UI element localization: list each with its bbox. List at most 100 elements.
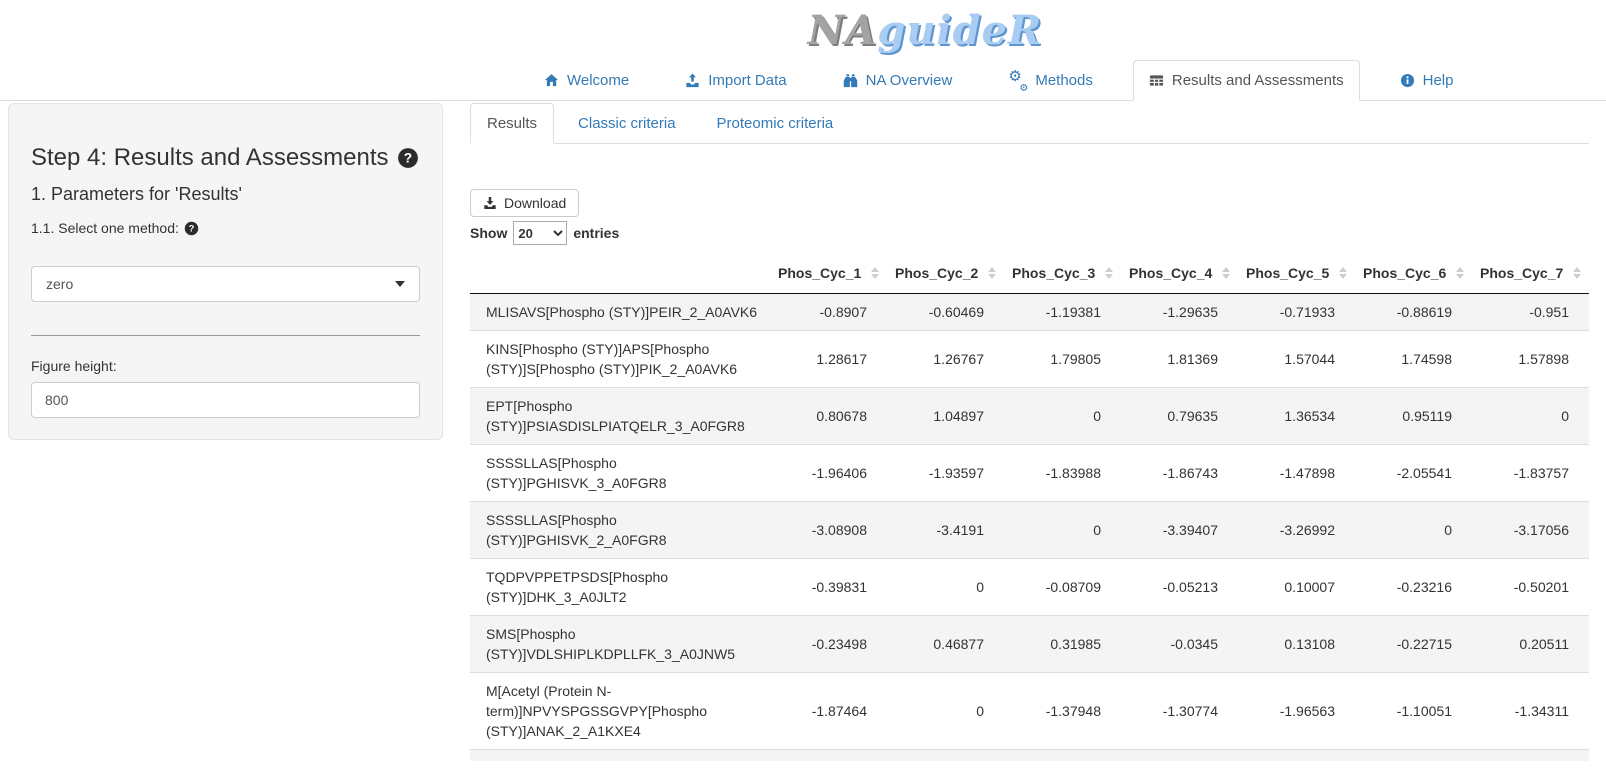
value-cell: -0.88619: [1355, 294, 1472, 331]
table-body: MLISAVS[Phospho (STY)]PEIR_2_A0AVK6-0.89…: [470, 294, 1589, 750]
value-cell: 0.13108: [1238, 616, 1355, 673]
value-cell: 1.36534: [1238, 388, 1355, 445]
nav-tab-help[interactable]: Help: [1384, 60, 1470, 101]
parameters-section-title: 1. Parameters for 'Results': [31, 184, 420, 205]
value-cell: -3.17056: [1472, 502, 1589, 559]
peptide-name-cell: MLISAVS[Phospho (STY)]PEIR_2_A0AVK6: [470, 294, 770, 331]
value-cell: 1.79805: [1004, 331, 1121, 388]
value-cell: -1.19381: [1004, 294, 1121, 331]
download-label: Download: [504, 195, 566, 211]
app-header: NAguideR Welcome Import Data NA Overview…: [0, 0, 1606, 101]
peptide-name-cell: TQDPVPPETPSDS[Phospho (STY)]DHK_3_A0JLT2: [470, 559, 770, 616]
value-cell: -0.08709: [1004, 559, 1121, 616]
value-cell: -1.96406: [770, 445, 887, 502]
nav-tab-label: Help: [1423, 72, 1454, 89]
table-row: TQDPVPPETPSDS[Phospho (STY)]DHK_3_A0JLT2…: [470, 559, 1589, 616]
main-nav: Welcome Import Data NA Overview ⚙⚙ Metho…: [0, 60, 1606, 101]
results-subtabs: Results Classic criteria Proteomic crite…: [470, 103, 1589, 144]
column-header[interactable]: Phos_Cyc_2: [887, 253, 1004, 294]
question-circle-icon[interactable]: ?: [184, 221, 199, 236]
sort-icon: [871, 267, 879, 279]
value-cell: 1.57898: [1472, 331, 1589, 388]
table-row: M[Acetyl (Protein N-term)]NPVYSPGSSGVPY[…: [470, 673, 1589, 750]
figure-height-label: Figure height:: [31, 358, 420, 374]
value-cell: 0: [1472, 388, 1589, 445]
column-header[interactable]: Phos_Cyc_6: [1355, 253, 1472, 294]
nav-tab-results-and-assessments[interactable]: Results and Assessments: [1133, 60, 1360, 101]
nav-tab-label: Import Data: [708, 72, 786, 89]
table-row: EPT[Phospho (STY)]PSIASDISLPIATQELR_3_A0…: [470, 388, 1589, 445]
value-cell: 0: [1355, 502, 1472, 559]
column-header[interactable]: Phos_Cyc_5: [1238, 253, 1355, 294]
table-row-partial: [470, 749, 1589, 761]
value-cell: -3.4191: [887, 502, 1004, 559]
value-cell: 1.04897: [887, 388, 1004, 445]
value-cell: -0.05213: [1121, 559, 1238, 616]
tab-proteomic-criteria[interactable]: Proteomic criteria: [700, 103, 851, 144]
download-icon: [483, 196, 497, 210]
sidebar-panel: Step 4: Results and Assessments ? 1. Par…: [8, 103, 443, 440]
column-header[interactable]: Phos_Cyc_3: [1004, 253, 1121, 294]
value-cell: -0.22715: [1355, 616, 1472, 673]
download-button[interactable]: Download: [470, 189, 579, 217]
value-cell: -0.8907: [770, 294, 887, 331]
svg-text:?: ?: [403, 151, 411, 166]
column-header[interactable]: Phos_Cyc_4: [1121, 253, 1238, 294]
upload-icon: [685, 73, 700, 88]
nav-tab-methods[interactable]: ⚙⚙ Methods: [992, 60, 1109, 101]
figure-height-input[interactable]: [31, 382, 420, 418]
page-content: Step 4: Results and Assessments ? 1. Par…: [0, 101, 1606, 761]
results-table: Phos_Cyc_1 Phos_Cyc_2 Phos_Cyc_3 Phos_Cy…: [470, 253, 1589, 749]
table-row: SMS[Phospho (STY)]VDLSHIPLKDPLLFK_3_A0JN…: [470, 616, 1589, 673]
nav-tab-import-data[interactable]: Import Data: [669, 60, 802, 101]
sidebar-divider: [31, 335, 420, 336]
value-cell: -1.87464: [770, 673, 887, 750]
peptide-name-cell: KINS[Phospho (STY)]APS[Phospho (STY)]S[P…: [470, 331, 770, 388]
value-cell: -0.50201: [1472, 559, 1589, 616]
svg-text:?: ?: [189, 223, 195, 233]
value-cell: -1.30774: [1121, 673, 1238, 750]
sort-icon: [1573, 267, 1581, 279]
column-header[interactable]: Phos_Cyc_7: [1472, 253, 1589, 294]
nav-tab-welcome[interactable]: Welcome: [528, 60, 645, 101]
value-cell: -3.26992: [1238, 502, 1355, 559]
table-icon: [1149, 73, 1164, 88]
value-cell: -3.39407: [1121, 502, 1238, 559]
value-cell: -1.34311: [1472, 673, 1589, 750]
nav-tab-label: Results and Assessments: [1172, 72, 1344, 89]
value-cell: -1.29635: [1121, 294, 1238, 331]
main-panel: Results Classic criteria Proteomic crite…: [470, 101, 1606, 761]
value-cell: -1.47898: [1238, 445, 1355, 502]
value-cell: -0.60469: [887, 294, 1004, 331]
value-cell: 1.26767: [887, 331, 1004, 388]
column-header[interactable]: Phos_Cyc_1: [770, 253, 887, 294]
value-cell: -1.37948: [1004, 673, 1121, 750]
sort-icon: [1456, 267, 1464, 279]
method-label: 1.1. Select one method: ?: [31, 220, 420, 236]
step-title-text: Step 4: Results and Assessments: [31, 144, 389, 172]
value-cell: 0: [1004, 502, 1121, 559]
value-cell: -0.23216: [1355, 559, 1472, 616]
entries-label: entries: [573, 225, 619, 241]
tab-results[interactable]: Results: [470, 103, 554, 144]
nav-tab-na-overview[interactable]: NA Overview: [827, 60, 969, 101]
method-select[interactable]: zero: [31, 266, 420, 302]
value-cell: -0.0345: [1121, 616, 1238, 673]
value-cell: 0.95119: [1355, 388, 1472, 445]
question-circle-icon[interactable]: ?: [397, 147, 419, 169]
value-cell: 0: [887, 673, 1004, 750]
sort-icon: [988, 267, 996, 279]
logo-text-na: NA: [808, 7, 878, 54]
tab-classic-criteria[interactable]: Classic criteria: [561, 103, 693, 144]
sort-icon: [1105, 267, 1113, 279]
value-cell: -0.71933: [1238, 294, 1355, 331]
value-cell: -1.83988: [1004, 445, 1121, 502]
peptide-name-cell: SSSSLLAS[Phospho (STY)]PGHISVK_2_A0FGR8: [470, 502, 770, 559]
table-row: KINS[Phospho (STY)]APS[Phospho (STY)]S[P…: [470, 331, 1589, 388]
page-length-control: Show 20 entries: [470, 221, 1589, 245]
value-cell: -3.08908: [770, 502, 887, 559]
page-length-select[interactable]: 20: [513, 221, 567, 245]
peptide-name-cell: SMS[Phospho (STY)]VDLSHIPLKDPLLFK_3_A0JN…: [470, 616, 770, 673]
value-cell: 0.80678: [770, 388, 887, 445]
value-cell: 0.46877: [887, 616, 1004, 673]
